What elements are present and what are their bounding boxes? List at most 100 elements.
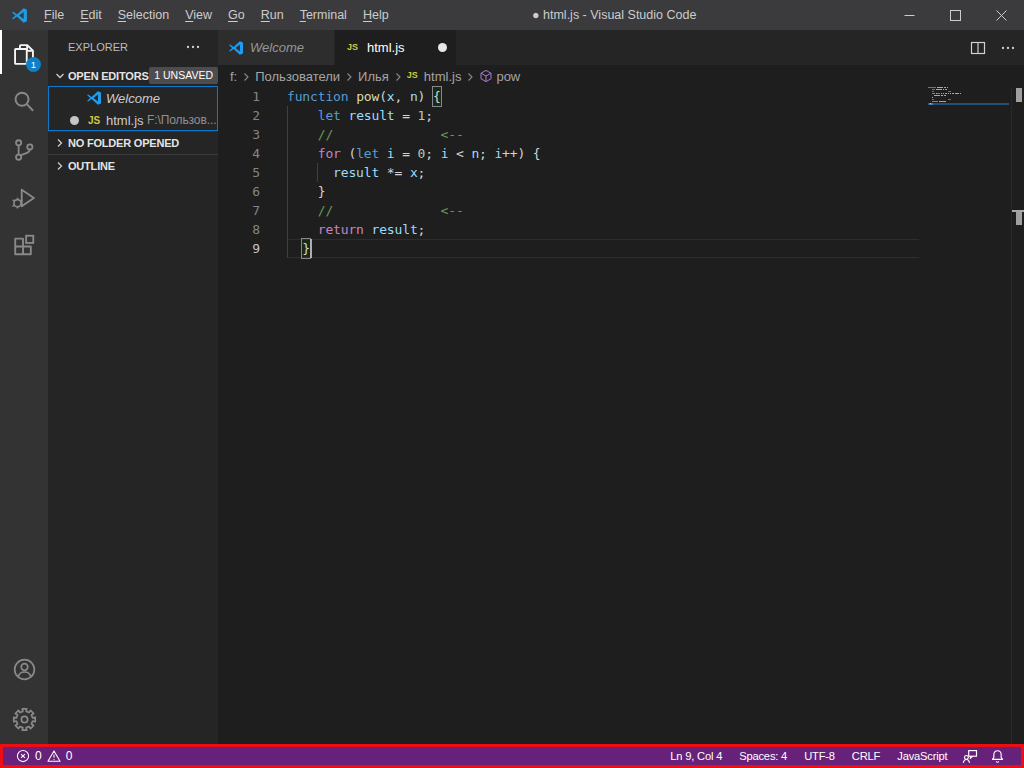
code-text: return result; — [287, 220, 425, 239]
menu-file[interactable]: File — [36, 0, 72, 30]
minimap-line — [945, 87, 946, 88]
sidebar-title: EXPLORER — [68, 30, 128, 65]
minimap-current-line — [928, 103, 1009, 105]
breadcrumb-label: f: — [230, 69, 237, 84]
text-cursor — [310, 239, 312, 258]
status-ln-9-col-4[interactable]: Ln 9, Col 4 — [662, 750, 731, 762]
menu-selection[interactable]: Selection — [110, 0, 177, 30]
code-text: for (let i = 0; i < n; i++) { — [287, 144, 541, 163]
minimap[interactable] — [919, 87, 1010, 744]
line-number: 5 — [218, 163, 260, 182]
minimap-line — [953, 93, 954, 94]
maximize-button[interactable] — [932, 0, 978, 30]
menu-help[interactable]: Help — [355, 0, 397, 30]
symbol-method-icon — [479, 69, 493, 83]
open-editor-item-welcome[interactable]: Welcome — [49, 87, 217, 109]
code-line-2: 2 let result = 1; — [218, 106, 919, 125]
open-editor-description: F:\Пользов... — [147, 113, 216, 127]
vscode-icon — [228, 40, 244, 56]
code-line-1: 1function pow(x, n) { — [218, 87, 919, 106]
minimap-line — [948, 93, 949, 94]
status-bar-right: Ln 9, Col 4Spaces: 4UTF-8CRLFJavaScript — [662, 747, 1005, 765]
chevron-right-icon — [52, 158, 68, 174]
status-feedback[interactable] — [956, 748, 984, 764]
gear-icon — [12, 707, 37, 732]
activity-accounts[interactable] — [0, 644, 48, 694]
explorer-sidebar: EXPLORER OPEN EDITORS 1 UNSAVED WelcomeJ… — [48, 30, 218, 744]
status-spaces-4[interactable]: Spaces: 4 — [731, 750, 796, 762]
vscode-icon — [86, 90, 102, 106]
minimap-line — [943, 93, 944, 94]
activity-run-and-debug[interactable] — [0, 174, 48, 222]
status-warnings[interactable]: 0 — [47, 749, 73, 763]
activity-explorer[interactable]: 1 — [0, 30, 48, 78]
js-icon: JS — [345, 40, 361, 56]
warning-icon — [47, 749, 61, 763]
breadcrumb-label: Пользователи — [255, 69, 340, 84]
minimap-line — [932, 97, 933, 98]
status-bell[interactable] — [984, 749, 1005, 764]
menu-run[interactable]: Run — [253, 0, 292, 30]
code-line-5: 5 result *= x; — [218, 163, 919, 182]
tab-html-js[interactable]: JShtml.js — [335, 30, 457, 65]
open-editor-label: Welcome — [106, 91, 160, 106]
code-text: // <-- — [287, 125, 464, 144]
overview-ruler[interactable] — [1011, 87, 1024, 744]
search-icon — [11, 89, 37, 115]
overview-cursor-marker — [1012, 210, 1024, 212]
activity-badge: 1 — [26, 57, 41, 72]
bell-icon — [990, 749, 1005, 764]
activity-search[interactable] — [0, 78, 48, 126]
activity-source-control[interactable] — [0, 126, 48, 174]
code-editor[interactable]: 1function pow(x, n) {2 let result = 1;3 … — [218, 87, 1024, 744]
status-utf-8[interactable]: UTF-8 — [796, 750, 844, 762]
tab-welcome[interactable]: Welcome — [218, 30, 335, 65]
minimap-line — [942, 87, 943, 88]
chevron-right-icon — [238, 68, 254, 85]
minimap-line — [948, 91, 951, 92]
code-text: } — [287, 239, 310, 258]
extensions-icon — [11, 233, 37, 259]
overview-bracket-marker — [1016, 88, 1022, 102]
menu-terminal[interactable]: Terminal — [292, 0, 355, 30]
minimap-line — [928, 87, 936, 88]
chevron-right-icon — [341, 68, 357, 85]
code-line-8: 8 return result; — [218, 220, 919, 239]
no-folder-opened-header[interactable]: NO FOLDER OPENED — [48, 131, 218, 153]
breadcrumb-html-js[interactable]: JShtml.js — [407, 69, 462, 84]
more-actions-icon[interactable] — [185, 39, 201, 55]
activity-settings[interactable] — [0, 694, 48, 744]
split-editor-icon[interactable] — [970, 40, 986, 56]
minimap-line — [946, 89, 947, 90]
source-control-icon — [11, 137, 37, 163]
status-crlf[interactable]: CRLF — [843, 750, 888, 762]
title-bar: FileEditSelectionViewGoRunTerminalHelp ●… — [0, 0, 1024, 30]
line-number: 8 — [218, 220, 260, 239]
minimap-line — [941, 95, 943, 96]
breadcrumb-pow[interactable]: pow — [479, 69, 520, 84]
menu-edit[interactable]: Edit — [72, 0, 110, 30]
menu-view[interactable]: View — [177, 0, 220, 30]
breadcrumb-f-[interactable]: f: — [230, 69, 237, 84]
open-editor-item-html-js[interactable]: JShtml.jsF:\Пользов... — [49, 109, 217, 131]
modified-dot-icon[interactable] — [438, 43, 447, 52]
outline-header[interactable]: OUTLINE — [48, 154, 218, 176]
overview-bracket-marker — [1016, 210, 1022, 224]
close-button[interactable] — [978, 0, 1024, 30]
more-actions-icon[interactable] — [1000, 40, 1016, 56]
minimap-line — [932, 101, 938, 102]
breadcrumb-илья[interactable]: Илья — [358, 69, 389, 84]
line-number: 9 — [218, 239, 260, 258]
status-errors[interactable]: 0 — [16, 749, 42, 763]
activity-extensions[interactable] — [0, 222, 48, 270]
breadcrumb-пользователи[interactable]: Пользователи — [255, 69, 340, 84]
minimap-line — [946, 93, 947, 94]
status-javascript[interactable]: JavaScript — [889, 750, 956, 762]
code-text: let result = 1; — [287, 106, 433, 125]
open-editors-list: Welcome JShtml.jsF:\Пользов... — [48, 86, 218, 131]
minimap-line — [936, 89, 942, 90]
sidebar-title-row: EXPLORER — [48, 30, 218, 65]
minimize-button[interactable] — [886, 0, 932, 30]
window-controls — [886, 0, 1024, 30]
menu-go[interactable]: Go — [220, 0, 253, 30]
